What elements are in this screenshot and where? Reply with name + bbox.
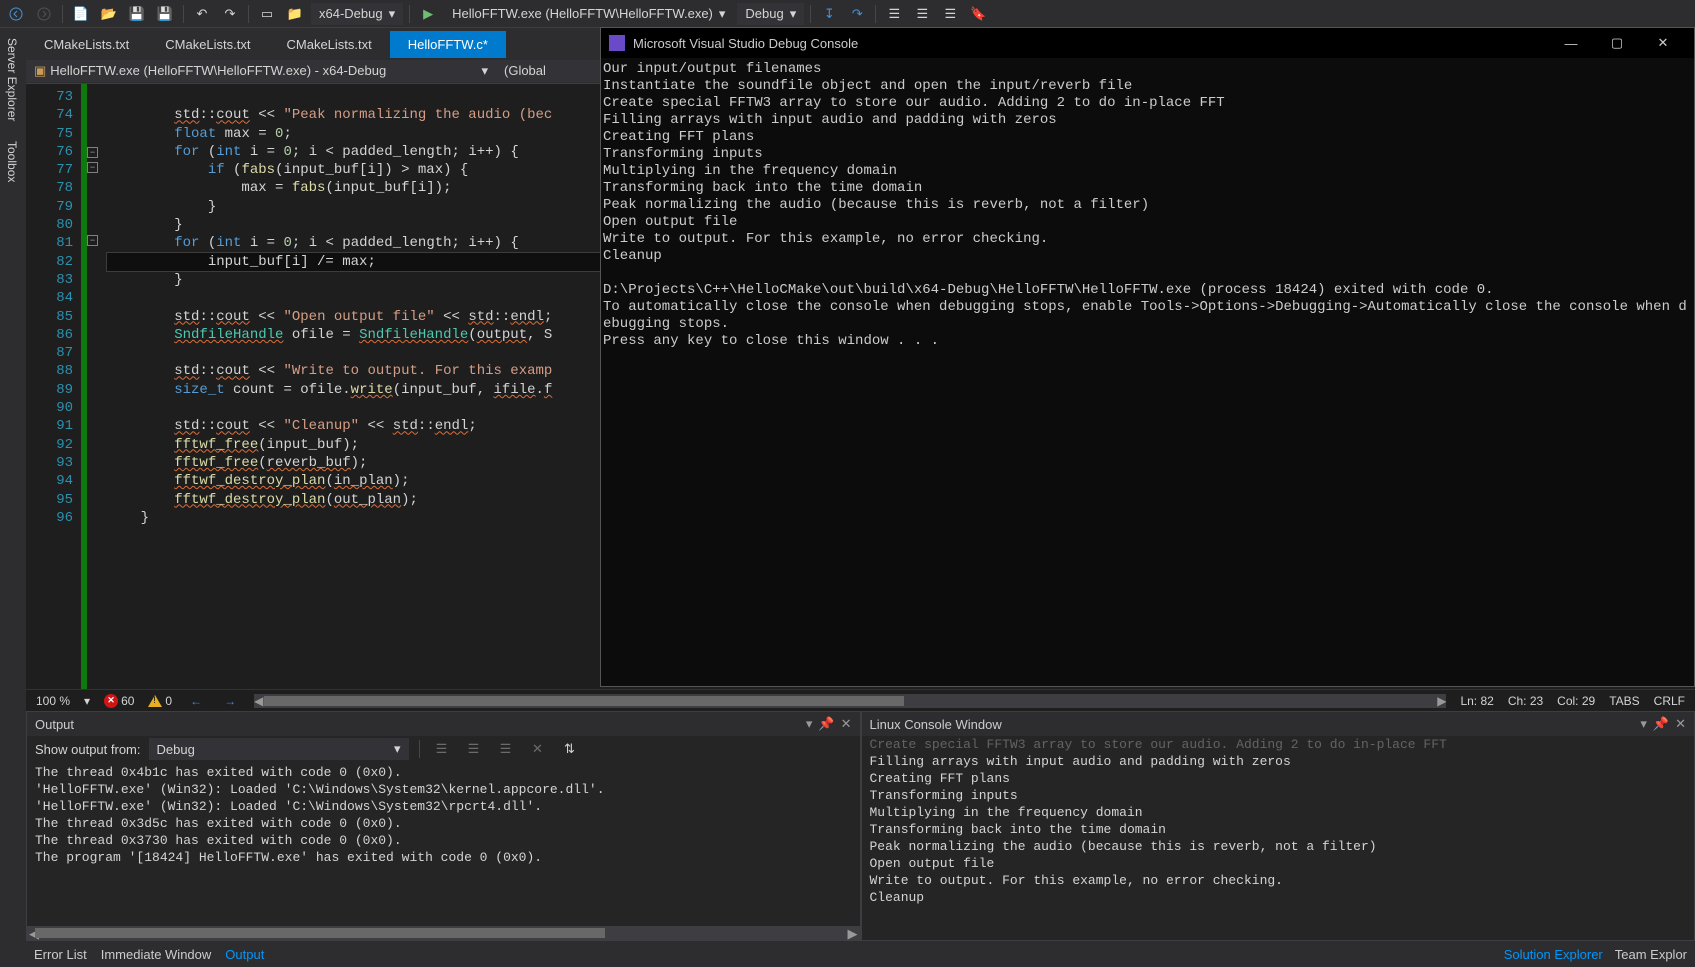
line-number-gutter: 7374757677787980818283848586878889909192…: [26, 84, 81, 689]
bottom-panels: Output ▾ 📌 ✕ Show output from: Debug▾ ☰ ☰ …: [26, 711, 1695, 941]
chevron-down-icon[interactable]: ▾: [84, 694, 90, 708]
indent-mode[interactable]: TABS: [1609, 694, 1639, 708]
cursor-char: Ch: 23: [1508, 694, 1543, 708]
document-tab[interactable]: CMakeLists.txt: [26, 31, 147, 58]
close-icon[interactable]: ✕: [1675, 716, 1686, 732]
pin-icon[interactable]: 📌: [818, 716, 834, 732]
document-tab[interactable]: CMakeLists.txt: [147, 31, 268, 58]
panel-menu-icon[interactable]: ▾: [1640, 716, 1647, 732]
save-icon[interactable]: 💾: [125, 3, 149, 25]
chevron-down-icon: ▾: [790, 6, 797, 22]
show-output-label: Show output from:: [35, 742, 141, 757]
chevron-down-icon: ▾: [719, 6, 726, 22]
goto-prev-icon[interactable]: ☰: [462, 738, 486, 760]
warning-count[interactable]: 0: [148, 694, 172, 708]
nav-forward-icon[interactable]: [32, 3, 56, 25]
console-titlebar[interactable]: Microsoft Visual Studio Debug Console ― …: [601, 28, 1694, 58]
comment-icon[interactable]: ☰: [910, 3, 934, 25]
main-toolbar: 📄 📂 💾 💾 ↶ ↷ ▭ 📁 x64-Debug▾ ▶ HelloFFTW.e…: [0, 0, 1695, 28]
clear-icon[interactable]: ✕: [526, 738, 550, 760]
side-tab-server-explorer[interactable]: Server Explorer: [0, 28, 23, 131]
save-all-icon[interactable]: 💾: [153, 3, 177, 25]
pin-icon[interactable]: 📌: [1653, 716, 1669, 732]
open-file-icon[interactable]: 📂: [97, 3, 121, 25]
line-ending[interactable]: CRLF: [1654, 694, 1685, 708]
start-debug-button[interactable]: ▶: [416, 3, 440, 25]
linux-console-body[interactable]: Create special FFTW3 array to store our …: [862, 736, 1695, 940]
uncomment-icon[interactable]: ☰: [938, 3, 962, 25]
bottom-tab-strip: Error ListImmediate WindowOutputSolution…: [26, 941, 1695, 967]
maximize-button[interactable]: ▢: [1594, 28, 1640, 58]
linux-console-panel: Linux Console Window ▾ 📌 ✕ Create special …: [861, 711, 1695, 941]
minimize-button[interactable]: ―: [1548, 28, 1594, 58]
output-panel-title: Output: [35, 717, 806, 732]
find-icon[interactable]: ☰: [882, 3, 906, 25]
chevron-down-icon: ▾: [394, 741, 401, 757]
close-icon[interactable]: ✕: [841, 716, 852, 732]
nav-prev-icon[interactable]: ←: [186, 694, 206, 708]
side-tabs: Server Explorer Toolbox: [0, 28, 26, 193]
output-source-combo[interactable]: Debug▾: [149, 738, 409, 760]
vs-console-icon: [609, 35, 625, 51]
build-icon[interactable]: ▭: [255, 3, 279, 25]
panel-menu-icon[interactable]: ▾: [806, 716, 813, 732]
config-combo[interactable]: x64-Debug▾: [311, 3, 403, 25]
cursor-col: Col: 29: [1557, 694, 1595, 708]
chevron-down-icon: ▾: [389, 6, 396, 22]
word-wrap-icon[interactable]: ⇅: [558, 738, 582, 760]
zoom-level[interactable]: 100 %: [36, 694, 70, 708]
output-panel: Output ▾ 📌 ✕ Show output from: Debug▾ ☰ ☰ …: [26, 711, 861, 941]
run-mode-combo[interactable]: Debug▾: [737, 3, 804, 25]
find-message-icon[interactable]: ☰: [430, 738, 454, 760]
editor-hscrollbar[interactable]: ◀▶: [254, 694, 1446, 708]
step-into-icon[interactable]: ↧: [817, 3, 841, 25]
project-context-combo[interactable]: ▣ HelloFFTW.exe (HelloFFTW\HelloFFTW.exe…: [26, 60, 496, 82]
run-target-combo[interactable]: HelloFFTW.exe (HelloFFTW\HelloFFTW.exe)▾: [444, 3, 733, 25]
nav-next-icon[interactable]: →: [220, 694, 240, 708]
output-toolbar: Show output from: Debug▾ ☰ ☰ ☰ ✕ ⇅: [27, 736, 860, 762]
open-folder-icon[interactable]: 📁: [283, 3, 307, 25]
redo-icon[interactable]: ↷: [218, 3, 242, 25]
output-body[interactable]: The thread 0x4b1c has exited with code 0…: [27, 762, 860, 926]
debug-console-window[interactable]: Microsoft Visual Studio Debug Console ― …: [600, 27, 1695, 687]
document-tab[interactable]: HelloFFTW.c: [390, 31, 506, 58]
step-over-icon[interactable]: ↷: [845, 3, 869, 25]
chevron-down-icon: ▾: [481, 63, 488, 79]
side-tab-toolbox[interactable]: Toolbox: [0, 131, 23, 192]
cursor-line: Ln: 82: [1460, 694, 1493, 708]
fold-margin: −−−: [87, 84, 103, 689]
nav-back-icon[interactable]: [4, 3, 28, 25]
close-button[interactable]: ✕: [1640, 28, 1686, 58]
bookmark-icon[interactable]: 🔖: [966, 3, 990, 25]
goto-next-icon[interactable]: ☰: [494, 738, 518, 760]
editor-status-bar: 100 % ▾ ✕60 0 ← → ◀▶ Ln: 82 Ch: 23 Col: 2…: [26, 689, 1695, 711]
error-count[interactable]: ✕60: [104, 694, 134, 708]
undo-icon[interactable]: ↶: [190, 3, 214, 25]
output-hscrollbar[interactable]: ◀▶: [27, 926, 860, 940]
new-file-icon[interactable]: 📄: [69, 3, 93, 25]
console-title-text: Microsoft Visual Studio Debug Console: [633, 36, 858, 51]
document-tab[interactable]: CMakeLists.txt: [269, 31, 390, 58]
linux-panel-title: Linux Console Window: [870, 717, 1641, 732]
console-body[interactable]: Our input/output filenames Instantiate t…: [601, 58, 1694, 353]
